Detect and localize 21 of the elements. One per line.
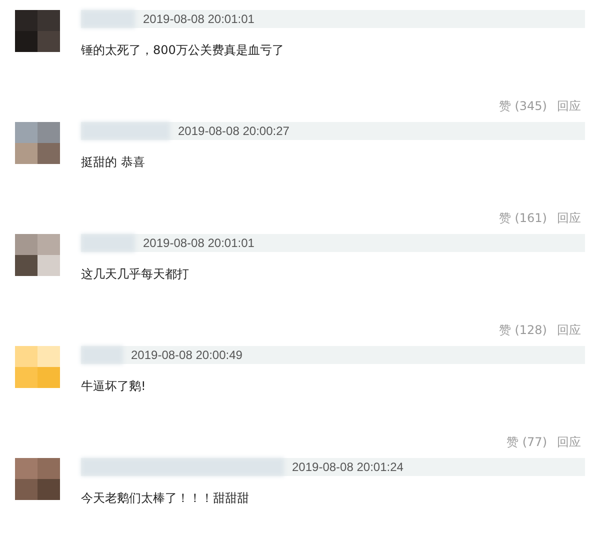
like-link[interactable]: 赞 (345) (498, 98, 547, 114)
like-link[interactable]: 赞 (161) (498, 210, 547, 226)
like-link[interactable]: 赞 (77) (506, 434, 547, 450)
comment-text: 挺甜的 恭喜 (81, 154, 146, 171)
comment-text: 锤的太死了，800万公关费真是血亏了 (81, 42, 285, 59)
timestamp: 2019-08-08 20:01:24 (292, 460, 404, 474)
timestamp: 2019-08-08 20:00:27 (178, 124, 290, 138)
reply-link[interactable]: 回应 (557, 98, 581, 114)
comment-text: 这几天几乎每天都打 (81, 266, 190, 283)
blurred-name (81, 346, 123, 364)
timestamp: 2019-08-08 20:00:49 (131, 348, 242, 362)
comment-text: 牛逼坏了鹅! (81, 378, 147, 395)
comment-text: 今天老鹅们太棒了！！！甜甜甜 (81, 490, 250, 507)
reply-link[interactable]: 回应 (557, 322, 581, 338)
reply-link[interactable]: 回应 (557, 434, 581, 450)
blurred-name (81, 10, 135, 28)
blurred-name (81, 234, 135, 252)
like-link[interactable]: 赞 (128) (498, 322, 547, 338)
timestamp: 2019-08-08 20:01:01 (143, 12, 254, 26)
timestamp: 2019-08-08 20:01:01 (143, 236, 254, 250)
reply-link[interactable]: 回应 (557, 210, 581, 226)
